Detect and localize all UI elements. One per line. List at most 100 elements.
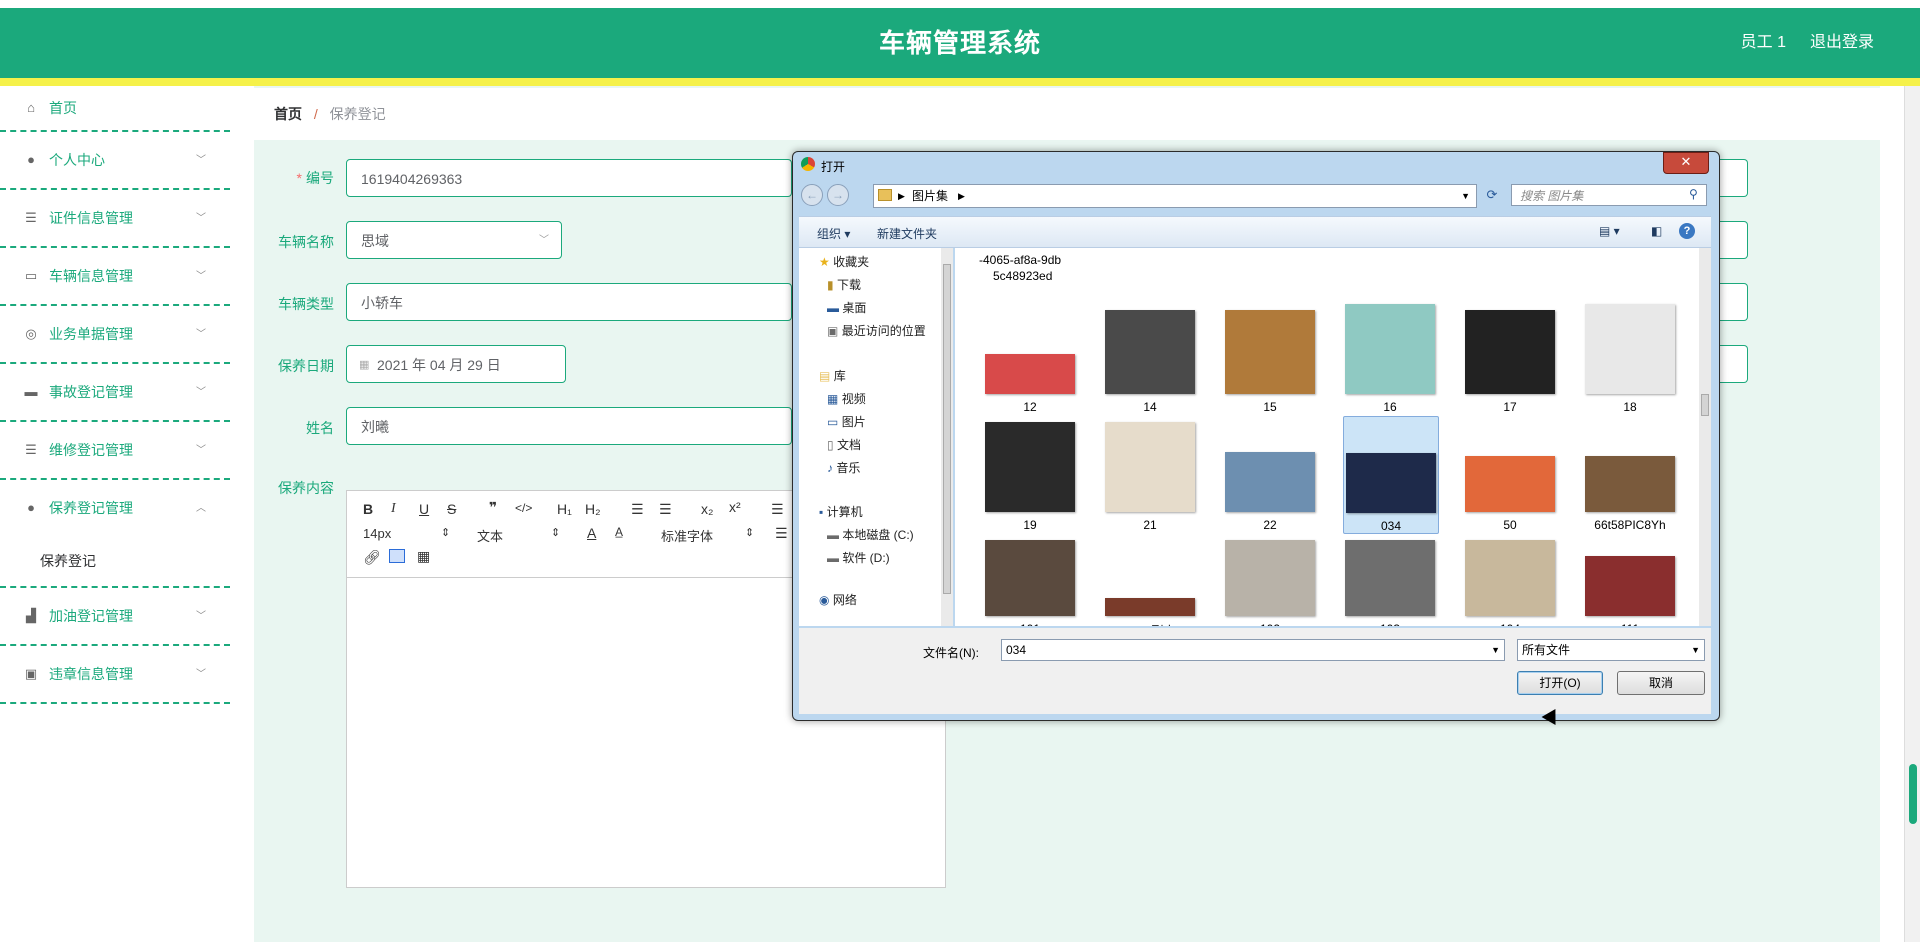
page-scrollbar[interactable] xyxy=(1904,86,1920,942)
filename-input[interactable]: 034 ▼ xyxy=(1001,639,1505,661)
superscript-icon[interactable]: x² xyxy=(729,499,741,515)
file-thumbnail[interactable]: 111 xyxy=(1583,520,1677,626)
file-thumbnail[interactable]: 66t58PIC8Yh xyxy=(1583,416,1677,532)
vehicle-type-input[interactable]: 小轿车 xyxy=(346,283,792,321)
align-icon[interactable]: ☰ xyxy=(775,525,788,542)
nav-favorites[interactable]: ★ 收藏夹 xyxy=(819,252,869,272)
chevron-down-icon[interactable]: ▼ xyxy=(1691,640,1700,660)
preview-pane-icon[interactable]: ◧ xyxy=(1651,224,1662,238)
image-thumbnail xyxy=(1345,540,1435,616)
no-input[interactable]: 1619404269363 xyxy=(346,159,792,197)
background-color-icon[interactable]: A̲ xyxy=(615,525,623,539)
sidebar-subitem-maintenance-register[interactable]: 保养登记 xyxy=(0,536,230,588)
organize-menu[interactable]: 组织 ▾ xyxy=(817,225,850,242)
nav-documents[interactable]: ▯ 文档 xyxy=(827,435,861,455)
nav-local-disk[interactable]: ▬ 本地磁盘 (C:) xyxy=(827,525,914,545)
nav-pictures[interactable]: ▭ 图片 xyxy=(827,412,866,432)
file-thumbnail[interactable]: 50 xyxy=(1463,416,1557,532)
nav-scrollbar[interactable] xyxy=(941,248,953,626)
search-icon[interactable]: ⚲ xyxy=(1689,187,1698,201)
font-family-select[interactable]: 标准字体 xyxy=(661,526,713,545)
font-size-select[interactable]: 14px xyxy=(363,526,391,541)
underline-icon[interactable]: U xyxy=(419,501,429,517)
view-options-icon[interactable]: ▤ ▾ xyxy=(1599,224,1620,238)
heading1-icon[interactable]: H₁ xyxy=(557,501,572,517)
name-input[interactable]: 刘曦 xyxy=(346,407,792,445)
strikethrough-icon[interactable]: S xyxy=(447,501,456,517)
page-scrollbar-thumb[interactable] xyxy=(1909,764,1917,824)
sidebar-item-business-docs[interactable]: ◎ 业务单据管理 ﹀ xyxy=(0,306,230,364)
new-folder-button[interactable]: 新建文件夹 xyxy=(877,225,937,242)
code-icon[interactable]: </> xyxy=(515,501,532,515)
bold-icon[interactable]: B xyxy=(363,501,373,517)
search-input[interactable]: 搜索 图片集 xyxy=(1511,184,1707,206)
image-icon[interactable] xyxy=(389,549,405,563)
close-button[interactable]: ✕ xyxy=(1663,152,1709,174)
ordered-list-icon[interactable]: ☰ xyxy=(631,501,644,518)
network-icon: ◉ xyxy=(819,593,830,607)
refresh-icon[interactable]: ⟳ xyxy=(1481,184,1503,206)
nav-computer[interactable]: ▪ 计算机 xyxy=(819,502,863,522)
address-bar[interactable]: ▶ 图片集 ▶ ▼ xyxy=(873,184,1477,208)
breadcrumb-home[interactable]: 首页 xyxy=(274,106,302,122)
nav-videos[interactable]: ▦ 视频 xyxy=(827,389,866,409)
sidebar-item-violation[interactable]: ▣ 违章信息管理 ﹀ xyxy=(0,646,230,704)
file-thumbnail[interactable]: 101 xyxy=(983,520,1077,626)
sidebar-item-home[interactable]: ⌂ 首页 xyxy=(0,86,230,132)
sidebar-item-certificate[interactable]: ☰ 证件信息管理 ﹀ xyxy=(0,190,230,248)
file-thumbnail[interactable]: 17 xyxy=(1463,298,1557,414)
nav-downloads[interactable]: ▮ 下载 xyxy=(827,275,861,295)
file-item-partial[interactable]: -4065-af8a-9db 5c48923ed xyxy=(979,252,1061,284)
vehicle-name-select[interactable]: 思域 ﹀ xyxy=(346,221,562,259)
file-thumbnail[interactable]: 22 xyxy=(1223,416,1317,532)
nav-recent[interactable]: ▣ 最近访问的位置 xyxy=(827,321,926,341)
paragraph-select[interactable]: 文本 xyxy=(477,526,503,545)
nav-network[interactable]: ◉ 网络 xyxy=(819,590,857,610)
heading2-icon[interactable]: H₂ xyxy=(585,501,601,517)
forward-button[interactable]: → xyxy=(827,184,849,206)
indent-icon[interactable]: ☰ xyxy=(771,501,784,518)
sidebar-item-maintenance[interactable]: ● 保养登记管理 ︿ xyxy=(0,480,230,536)
file-type-select[interactable]: 所有文件 ▼ xyxy=(1517,639,1705,661)
file-scrollbar[interactable] xyxy=(1699,248,1711,626)
file-thumbnail[interactable]: 18 xyxy=(1583,298,1677,414)
nav-music[interactable]: ♪ 音乐 xyxy=(827,458,860,478)
logout-link[interactable]: 退出登录 xyxy=(1810,8,1874,78)
italic-icon[interactable]: I xyxy=(391,501,396,517)
file-thumbnail[interactable]: 034 xyxy=(1343,416,1439,534)
chevron-down-icon[interactable]: ▼ xyxy=(1461,185,1470,207)
subscript-icon[interactable]: x₂ xyxy=(701,501,713,517)
nav-desktop[interactable]: ▬ 桌面 xyxy=(827,298,866,318)
sidebar-item-repair[interactable]: ☰ 维修登记管理 ﹀ xyxy=(0,422,230,480)
address-folder[interactable]: 图片集 xyxy=(912,185,948,207)
nav-library[interactable]: ▤ 库 xyxy=(819,366,846,386)
file-thumbnail[interactable]: 102 xyxy=(1223,520,1317,626)
file-thumbnail[interactable]: 19 xyxy=(983,416,1077,532)
nav-scrollbar-thumb[interactable] xyxy=(943,264,951,594)
quote-icon[interactable]: ❞ xyxy=(489,499,497,516)
sidebar-item-vehicle-info[interactable]: ▭ 车辆信息管理 ﹀ xyxy=(0,248,230,306)
file-scrollbar-thumb[interactable] xyxy=(1701,394,1709,416)
chevron-down-icon[interactable]: ▼ xyxy=(1491,640,1500,660)
sidebar-item-personal-center[interactable]: ● 个人中心 ﹀ xyxy=(0,132,230,190)
file-thumbnail[interactable]: 15 xyxy=(1223,298,1317,414)
cancel-button[interactable]: 取消 xyxy=(1617,671,1705,695)
file-thumbnail[interactable]: 16 xyxy=(1343,298,1437,414)
open-button[interactable]: 打开(O) xyxy=(1517,671,1603,695)
help-icon[interactable]: ? xyxy=(1679,223,1695,239)
file-thumbnail[interactable]: 103 xyxy=(1343,520,1437,626)
video-icon[interactable]: ▦ xyxy=(417,548,430,565)
nav-soft-disk[interactable]: ▬ 软件 (D:) xyxy=(827,548,890,568)
file-thumbnail[interactable]: 14 xyxy=(1103,298,1197,414)
sidebar-item-accident[interactable]: ▬ 事故登记管理 ﹀ xyxy=(0,364,230,422)
font-color-icon[interactable]: A xyxy=(587,525,596,541)
back-button[interactable]: ← xyxy=(801,184,823,206)
sidebar-item-refuel[interactable]: ▟ 加油登记管理 ﹀ xyxy=(0,588,230,646)
link-icon[interactable]: 🔗︎ xyxy=(363,549,381,566)
file-thumbnail[interactable]: 101_副本 xyxy=(1103,520,1197,626)
date-picker[interactable]: ▦ 2021 年 04 月 29 日 xyxy=(346,345,566,383)
bullet-list-icon[interactable]: ☰ xyxy=(659,501,672,518)
file-thumbnail[interactable]: 12 xyxy=(983,298,1077,414)
file-thumbnail[interactable]: 104 xyxy=(1463,520,1557,626)
file-thumbnail[interactable]: 21 xyxy=(1103,416,1197,532)
